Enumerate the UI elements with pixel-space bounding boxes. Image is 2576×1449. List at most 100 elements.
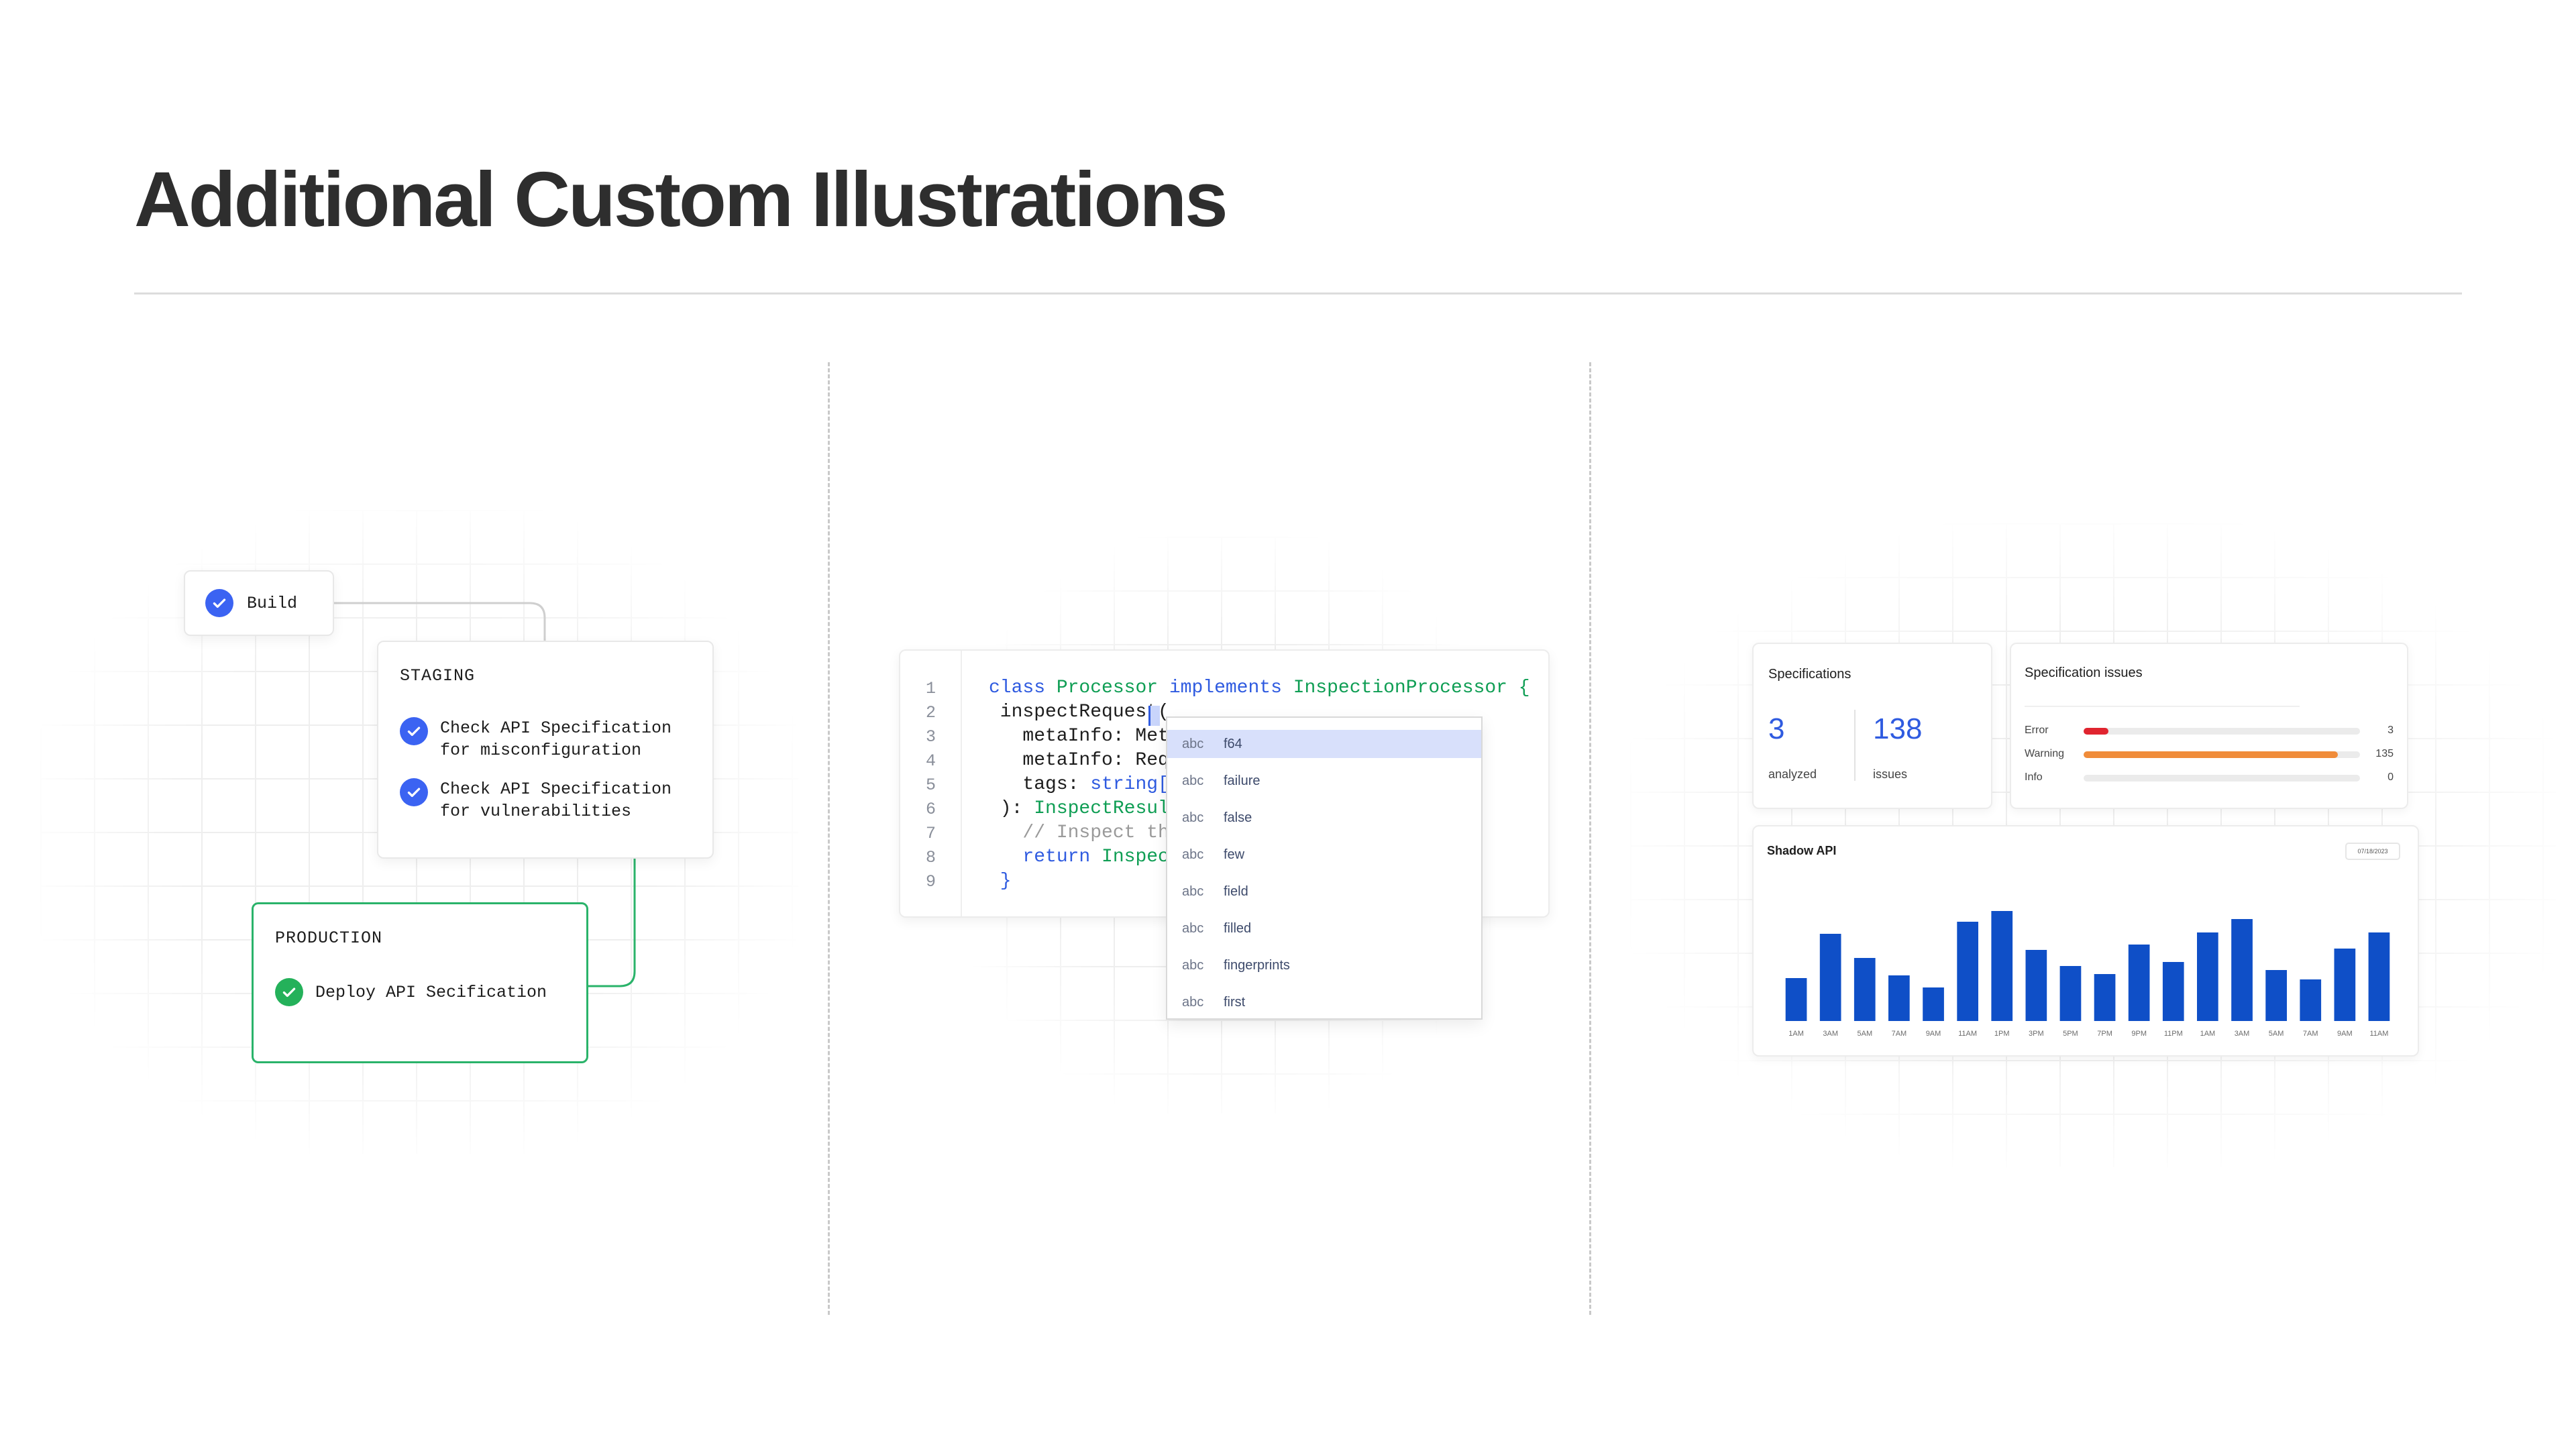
x-tick-label: 5PM — [2063, 1030, 2078, 1038]
x-tick-label: 3PM — [2029, 1030, 2044, 1038]
shadow-api-card[interactable]: Shadow API 07/18/2023 1AM 3AM 5AM 7AM 9AM 11A… — [1752, 825, 2419, 1057]
line-number: 3 — [926, 727, 936, 747]
x-tick-label: 1AM — [1788, 1030, 1804, 1038]
code-line: class Processor implements InspectionPro… — [989, 678, 1530, 698]
task-label: Check API Specification — [440, 718, 672, 738]
line-number: 5 — [926, 775, 936, 795]
shadow-api-chart: 1AM 3AM 5AM 7AM 9AM 11AM 1PM 3PM 5PM 7PM 9PM 11PM 1A… — [1785, 911, 2390, 1038]
x-tick-label: 1PM — [1994, 1030, 2010, 1038]
chart-bar — [1923, 987, 1944, 1021]
chart-bar — [1785, 978, 1807, 1021]
x-tick-label: 11AM — [2369, 1030, 2388, 1038]
task-label: for vulnerabilities — [440, 802, 632, 821]
chart-bar — [2197, 932, 2218, 1021]
code-line: tags: string[] — [989, 774, 1181, 795]
code-line: return Inspect — [989, 847, 1181, 867]
issues-count: 138 — [1873, 712, 1923, 745]
stage-title: STAGING — [400, 666, 476, 686]
chart-bar — [2334, 949, 2356, 1021]
code-line: } — [989, 871, 1012, 892]
severity-label: Error — [2025, 724, 2049, 736]
autocomplete-item[interactable]: abc failure — [1167, 767, 1481, 795]
severity-count: 3 — [2387, 724, 2394, 736]
x-tick-label: 3AM — [1823, 1030, 1838, 1038]
autocomplete-item[interactable]: abc fingerprints — [1167, 951, 1481, 979]
chart-bar — [1819, 934, 1841, 1021]
severity-label: Info — [2025, 771, 2043, 783]
autocomplete-item[interactable]: abc filled — [1167, 914, 1481, 943]
severity-bar — [2084, 728, 2360, 735]
line-number: 2 — [926, 703, 936, 722]
autocomplete-item[interactable]: abc f64 — [1167, 730, 1481, 758]
chart-bar — [1888, 975, 1910, 1021]
stage-title: PRODUCTION — [275, 928, 383, 948]
staging-task: Check API Specification for vulnerabilit… — [400, 778, 672, 822]
code-line: ): InspectResult — [989, 798, 1181, 819]
build-label: Build — [247, 593, 298, 613]
chart-bar — [2300, 979, 2322, 1021]
specifications-card[interactable]: Specifications 3 analyzed 138 issues — [1752, 643, 1992, 809]
production-task: Deploy API Secification — [275, 978, 547, 1006]
staging-stage[interactable]: STAGING Check API Specification for misc… — [377, 641, 714, 859]
check-circle-icon — [400, 717, 428, 745]
severity-bar — [2084, 751, 2360, 758]
autocomplete-dropdown[interactable]: abc f64 abc failure abc false abc few abc fie… — [1166, 716, 1483, 1020]
chart-bar — [1854, 958, 1876, 1021]
x-tick-label: 9AM — [1926, 1030, 1941, 1038]
check-circle-icon — [400, 778, 428, 806]
chart-bar — [2265, 970, 2287, 1021]
code-line: metaInfo: Meta — [989, 726, 1181, 747]
x-tick-label: 7AM — [2303, 1030, 2318, 1038]
x-tick-label: 7AM — [1892, 1030, 1907, 1038]
task-label: Check API Specification — [440, 780, 672, 799]
code-line: // Inspect the — [989, 822, 1181, 843]
x-tick-label: 5AM — [1857, 1030, 1872, 1038]
task-label: Deploy API Secification — [315, 982, 547, 1002]
x-tick-label: 11PM — [2164, 1030, 2183, 1038]
autocomplete-item[interactable]: abc field — [1167, 877, 1481, 906]
chart-bar — [1991, 911, 2013, 1021]
specification-issues-card[interactable]: Specification issues Error 3 Warning 135… — [2010, 643, 2408, 809]
text-cursor — [1148, 706, 1160, 726]
autocomplete-item[interactable]: abc first — [1167, 988, 1481, 1016]
x-tick-label: 3AM — [2235, 1030, 2250, 1038]
x-tick-label: 9PM — [2131, 1030, 2147, 1038]
card-title: Specifications — [1768, 667, 1851, 682]
x-tick-label: 1AM — [2200, 1030, 2216, 1038]
task-label: for misconfiguration — [440, 741, 642, 760]
line-number: 7 — [926, 824, 936, 843]
line-number: 4 — [926, 751, 936, 771]
analyzed-label: analyzed — [1768, 767, 1817, 781]
card-divider — [2025, 706, 2300, 707]
line-number: 6 — [926, 800, 936, 819]
chart-bar — [1957, 922, 1978, 1021]
severity-count: 135 — [2375, 748, 2394, 759]
severity-count: 0 — [2387, 771, 2394, 783]
chart-bar — [2025, 950, 2047, 1021]
chart-bar — [2094, 974, 2116, 1021]
line-number: 1 — [926, 679, 936, 698]
chart-bar — [2162, 962, 2184, 1021]
line-number: 8 — [926, 848, 936, 867]
autocomplete-item[interactable]: abc false — [1167, 804, 1481, 832]
issues-label: issues — [1873, 767, 1908, 781]
code-line: metaInfo: Requ — [989, 750, 1181, 771]
production-stage[interactable]: PRODUCTION Deploy API Secification — [252, 902, 588, 1063]
chart-bar — [2231, 919, 2253, 1021]
x-tick-label: 7PM — [2097, 1030, 2112, 1038]
autocomplete-item[interactable]: abc few — [1167, 841, 1481, 869]
x-tick-label: 5AM — [2269, 1030, 2284, 1038]
analyzed-count: 3 — [1768, 712, 1785, 745]
severity-label: Warning — [2025, 748, 2064, 759]
x-tick-label: 11AM — [1958, 1030, 1977, 1038]
build-step[interactable]: Build — [184, 570, 334, 636]
severity-bar — [2084, 775, 2360, 782]
chart-bar — [2368, 932, 2390, 1021]
check-circle-icon — [275, 978, 303, 1006]
staging-task: Check API Specification for misconfigura… — [400, 717, 672, 761]
column-divider — [828, 362, 830, 1315]
line-number: 9 — [926, 872, 936, 892]
stat-divider — [1854, 710, 1856, 781]
check-circle-icon — [205, 589, 233, 617]
chart-bar — [2059, 966, 2082, 1021]
